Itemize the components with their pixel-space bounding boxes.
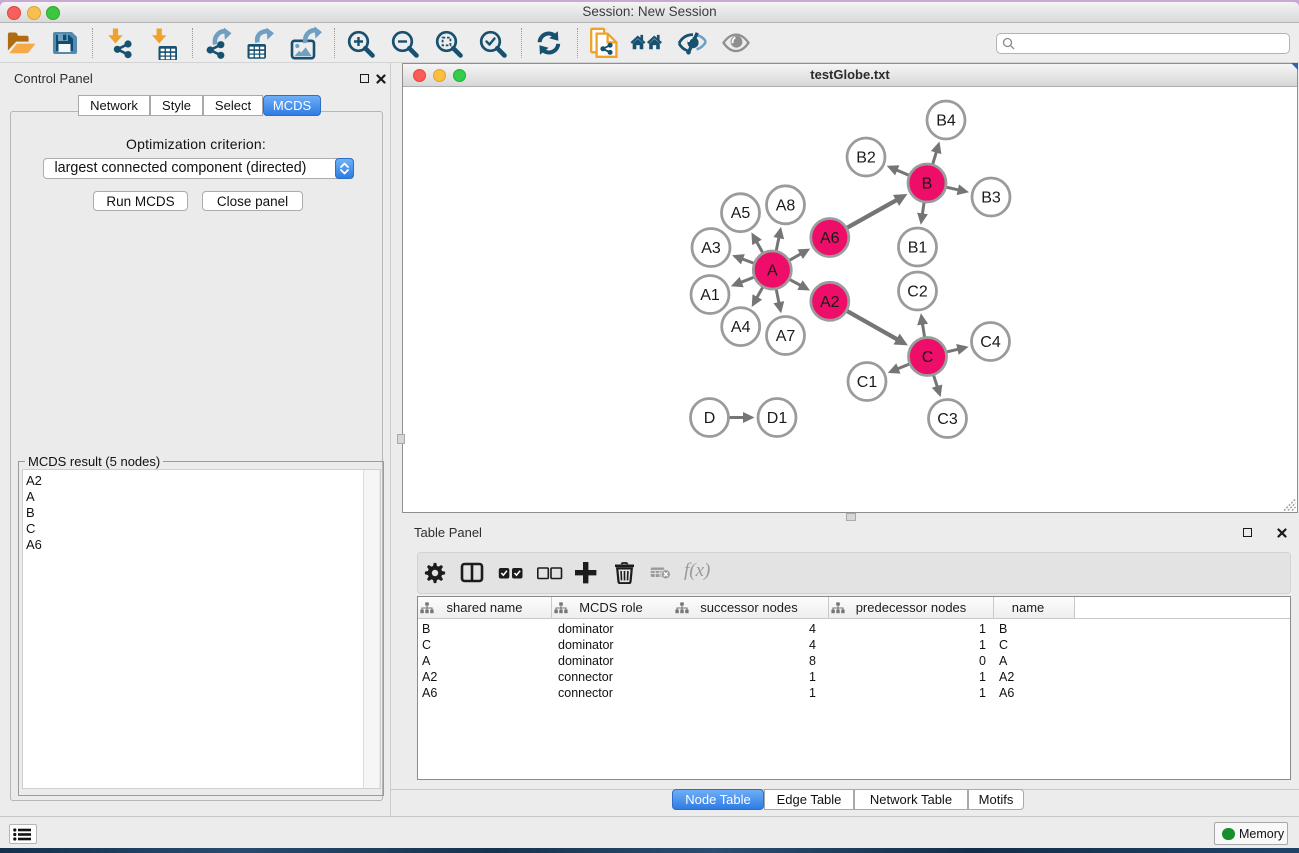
svg-text:B2: B2 xyxy=(856,150,876,167)
svg-text:C3: C3 xyxy=(937,411,958,428)
svg-text:A2: A2 xyxy=(820,294,840,311)
svg-text:B: B xyxy=(922,176,933,193)
svg-text:A4: A4 xyxy=(731,319,751,336)
svg-text:D: D xyxy=(704,410,716,427)
svg-text:B3: B3 xyxy=(981,190,1001,207)
svg-text:C1: C1 xyxy=(857,374,878,391)
svg-text:C: C xyxy=(922,349,934,366)
svg-text:A3: A3 xyxy=(701,240,721,257)
svg-text:A8: A8 xyxy=(776,197,796,214)
svg-text:B4: B4 xyxy=(936,113,956,130)
svg-text:C4: C4 xyxy=(980,334,1001,351)
svg-text:A: A xyxy=(767,263,778,280)
svg-text:C2: C2 xyxy=(907,284,928,301)
svg-text:A1: A1 xyxy=(700,287,720,304)
svg-text:A6: A6 xyxy=(820,230,840,247)
svg-text:D1: D1 xyxy=(767,410,788,427)
svg-text:B1: B1 xyxy=(908,240,928,257)
svg-text:A5: A5 xyxy=(731,205,751,222)
svg-text:A7: A7 xyxy=(776,328,796,345)
